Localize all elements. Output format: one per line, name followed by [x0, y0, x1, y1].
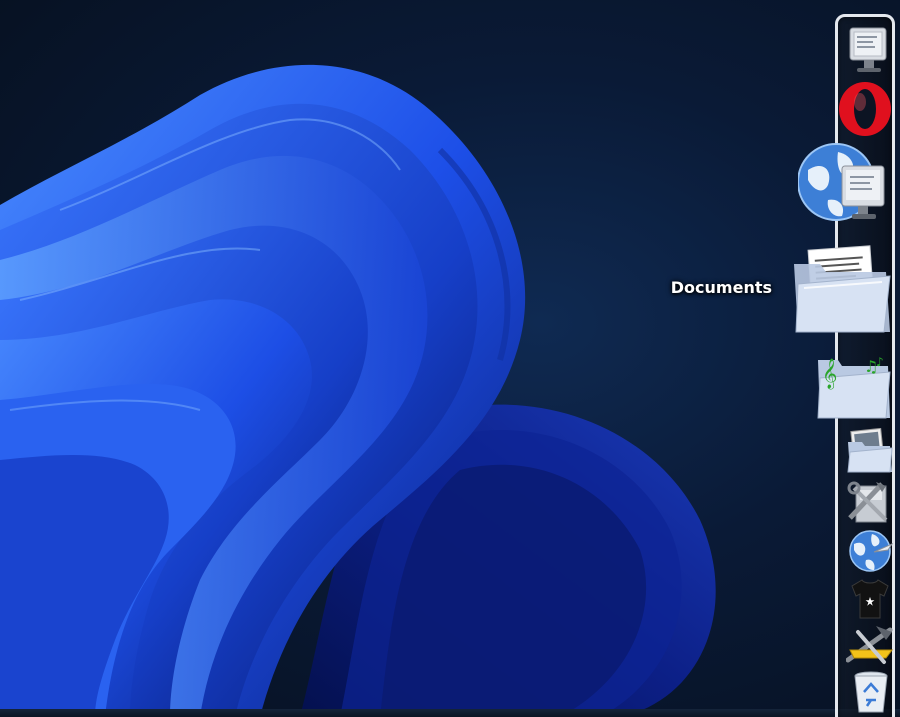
opera-icon[interactable] — [836, 80, 894, 138]
svg-text:♪: ♪ — [876, 355, 884, 369]
network-icon[interactable] — [798, 140, 890, 226]
system-tools-icon[interactable] — [846, 478, 894, 526]
wallpaper-bloom — [0, 64, 716, 717]
taskbar-edge — [0, 709, 900, 717]
svg-text:𝄞: 𝄞 — [822, 358, 837, 390]
internet-icon[interactable] — [848, 528, 894, 574]
pictures-folder-icon[interactable] — [846, 428, 894, 474]
tshirt-icon[interactable] — [848, 576, 892, 620]
tools-icon[interactable] — [846, 624, 894, 666]
documents-folder-icon[interactable] — [790, 244, 894, 336]
desktop: Documents 𝄞 ♫ ♪ — [0, 0, 900, 717]
recycle-bin-icon[interactable] — [852, 670, 890, 714]
computer-icon[interactable] — [848, 26, 890, 76]
dock-hover-label: Documents — [670, 278, 772, 297]
music-folder-icon[interactable]: 𝄞 ♫ ♪ — [814, 348, 894, 422]
